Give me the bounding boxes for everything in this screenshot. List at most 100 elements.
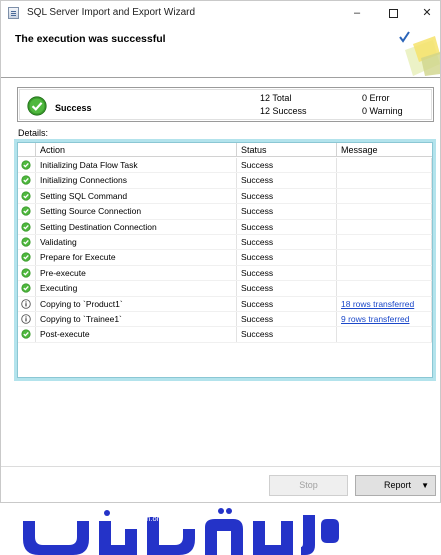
header-divider (1, 77, 440, 78)
table-row[interactable]: Executing Success (18, 281, 432, 297)
page-title: The execution was successful (15, 33, 166, 45)
table-row[interactable]: Post-execute Success (18, 327, 432, 343)
summary-panel: Success 12 Total 12 Success 0 Error 0 Wa… (17, 87, 434, 122)
row-action: Copying to `Trainee1` (36, 312, 237, 328)
table-row[interactable]: Setting Source Connection Success (18, 204, 432, 220)
report-button[interactable]: Report ▼ (355, 475, 436, 496)
table-row[interactable]: Copying to `Product1` Success 18 rows tran… (18, 296, 432, 312)
wizard-header: The execution was successful (1, 25, 440, 77)
table-row[interactable]: Prepare for Execute Success (18, 250, 432, 266)
row-status: Success (237, 296, 337, 312)
grid-header: Action Status Message (18, 143, 432, 157)
row-message (337, 188, 432, 205)
success-icon-cell (18, 265, 36, 282)
success-check-icon (21, 268, 31, 278)
wizard-window: SQL Server Import and Export Wizard – ✕ … (0, 0, 441, 503)
rows-transferred-link[interactable]: 18 rows transferred (341, 299, 414, 309)
minimize-button[interactable]: – (345, 3, 369, 23)
row-message (337, 173, 432, 189)
row-action: Pre-execute (36, 265, 237, 282)
column-header-action[interactable]: Action (36, 143, 237, 157)
warning-count: 0 Warning (362, 106, 403, 116)
title-bar: SQL Server Import and Export Wizard – ✕ (1, 1, 440, 25)
summary-status: Success (55, 103, 92, 113)
dropdown-arrow-icon[interactable]: ▼ (421, 476, 429, 495)
success-icon-cell (18, 158, 36, 174)
row-message (337, 281, 432, 297)
details-grid[interactable]: Action Status Message Initializing Data … (17, 142, 433, 378)
row-status: Success (237, 250, 337, 266)
stop-button[interactable]: Stop (269, 475, 348, 496)
success-check-icon (21, 283, 31, 293)
row-message (337, 250, 432, 266)
column-header-status[interactable]: Status (237, 143, 337, 157)
maximize-button[interactable] (381, 3, 405, 23)
success-check-icon (21, 252, 31, 262)
row-action: Prepare for Execute (36, 250, 237, 266)
details-label: Details: (18, 128, 49, 138)
logo-url-text: www.BarnameNevisan.org (74, 514, 163, 523)
details-grid-highlight: Action Status Message Initializing Data … (14, 139, 436, 381)
row-status: Success (237, 219, 337, 235)
success-icon-cell (18, 188, 36, 205)
row-action: Setting Source Connection (36, 204, 237, 220)
row-message (337, 158, 432, 174)
success-icon-cell (18, 219, 36, 235)
maximize-icon (388, 8, 398, 18)
success-check-icon (21, 237, 31, 247)
row-status: Success (237, 173, 337, 189)
table-row[interactable]: Setting Destination Connection Success (18, 219, 432, 235)
row-action: Initializing Data Flow Task (36, 158, 237, 174)
success-check-icon (21, 221, 31, 232)
row-status: Success (237, 235, 337, 251)
table-row[interactable]: Initializing Data Flow Task Success (18, 158, 432, 174)
success-icon-cell (18, 204, 36, 220)
success-icon-cell (18, 173, 36, 189)
window-title: SQL Server Import and Export Wizard (27, 7, 196, 18)
report-button-label: Report (384, 480, 412, 490)
row-message (337, 235, 432, 251)
row-message (337, 204, 432, 220)
info-icon (21, 298, 31, 309)
row-status: Success (237, 265, 337, 282)
row-message (337, 327, 432, 343)
row-action: Executing (36, 281, 237, 297)
rows-transferred-link[interactable]: 9 rows transferred (341, 314, 410, 324)
success-check-icon (21, 191, 31, 201)
table-row[interactable]: Validating Success (18, 235, 432, 251)
table-row[interactable]: Setting SQL Command Success (18, 188, 432, 205)
close-button[interactable]: ✕ (415, 3, 439, 23)
column-header-message[interactable]: Message (337, 143, 432, 157)
info-icon-cell (18, 296, 36, 312)
row-action: Setting SQL Command (36, 188, 237, 205)
row-status: Success (237, 281, 337, 297)
footer-divider (1, 466, 440, 467)
row-action: Post-execute (36, 327, 237, 343)
row-status: Success (237, 204, 337, 220)
column-header-icon[interactable] (18, 143, 36, 157)
success-check-icon (21, 160, 31, 170)
row-action: Initializing Connections (36, 173, 237, 189)
info-icon (21, 314, 31, 324)
success-icon-cell (18, 327, 36, 343)
barnamenevisan-logo: www.BarnameNevisan.org (23, 508, 339, 555)
total-count: 12 Total (260, 93, 292, 103)
row-message (337, 219, 432, 235)
wizard-graphic-icon (399, 31, 440, 76)
success-check-icon (21, 206, 31, 216)
row-status: Success (237, 188, 337, 205)
row-divider (18, 341, 432, 343)
app-icon (8, 7, 19, 19)
row-message: 9 rows transferred (337, 312, 432, 328)
success-check-icon (27, 96, 47, 116)
table-row[interactable]: Copying to `Trainee1` Success 9 rows trans… (18, 312, 432, 328)
success-icon-cell (18, 281, 36, 297)
table-row[interactable]: Pre-execute Success (18, 265, 432, 282)
table-row[interactable]: Initializing Connections Success (18, 173, 432, 189)
row-action: Copying to `Product1` (36, 296, 237, 312)
row-status: Success (237, 312, 337, 328)
row-status: Success (237, 158, 337, 174)
success-icon-cell (18, 250, 36, 266)
success-icon-cell (18, 235, 36, 251)
success-check-icon (21, 329, 31, 339)
